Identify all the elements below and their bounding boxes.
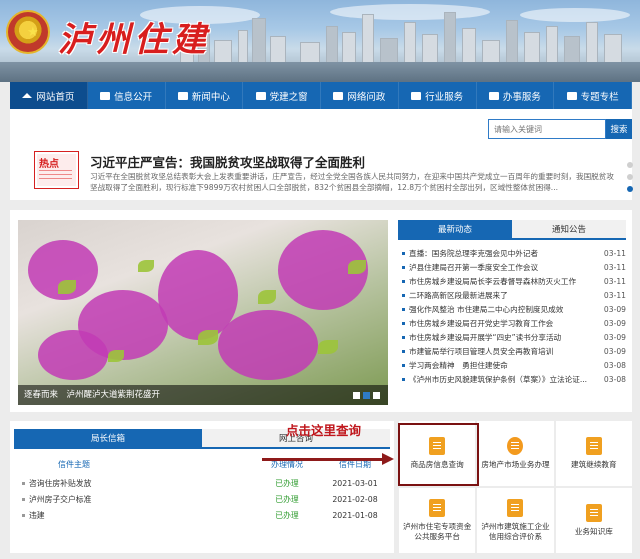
annotation-arrow-head — [382, 453, 394, 465]
table-header: 信件主题 办理情况 信件日期 — [14, 459, 390, 473]
carousel-dots — [627, 162, 633, 198]
hot-badge: 热点 — [34, 151, 79, 189]
news-panel: 逐春而来 泸州醒泸大道紫荆花盛开 最新动态 通知公告 直播：国务院总理李克强会见… — [10, 210, 632, 412]
nav-label: 党建之窗 — [269, 91, 308, 103]
affairs-icon — [488, 91, 499, 100]
nav-label: 办事服务 — [502, 91, 541, 103]
nav-party[interactable]: 党建之窗 — [243, 82, 321, 109]
nav-label: 新闻中心 — [191, 91, 230, 103]
list-item[interactable]: 《泸州市历史风貌建筑保护条例（草案）》立法论证... 03-08 — [402, 372, 626, 386]
send-icon — [507, 437, 524, 455]
knowledge-icon — [585, 504, 602, 522]
table-row[interactable]: 违建 已办理 2021-01-08 — [14, 508, 390, 522]
nav-label: 行业服务 — [425, 91, 464, 103]
carousel-dot[interactable] — [627, 162, 633, 168]
river — [0, 62, 640, 82]
nav-affairs[interactable]: 办事服务 — [477, 82, 555, 109]
home-icon — [22, 93, 33, 98]
search-button[interactable]: 搜索 — [606, 119, 632, 139]
col-date: 信件日期 — [339, 460, 371, 469]
site-title[interactable]: 泸州住建 — [58, 12, 210, 61]
education-icon — [585, 437, 602, 455]
nav-topics[interactable]: 专题专栏 — [554, 82, 632, 109]
list-item[interactable]: 强化作风整治 市住建局二中心内控制度见成效 03-09 — [402, 302, 626, 316]
service-icon — [411, 91, 422, 100]
nav-label: 专题专栏 — [580, 91, 619, 103]
feature-summary: 习近平在全国脱贫攻坚总结表彰大会上发表重要讲话，庄严宣告，经过全党全国各族人民共… — [90, 172, 614, 192]
col-status: 办理情况 — [271, 460, 303, 469]
news-list: 直播：国务院总理李克强会见中外记者 03-11 泸县住建局召开第一季度安全工作会议… — [402, 246, 626, 386]
col-subject: 信件主题 — [58, 460, 90, 469]
news-icon — [177, 91, 188, 100]
list-item[interactable]: 市建管局举行项目管理人员安全再教育培训 03-09 — [402, 344, 626, 358]
nav-industry[interactable]: 行业服务 — [399, 82, 477, 109]
info-icon — [100, 91, 111, 100]
photo-dot[interactable] — [353, 392, 360, 399]
nav-label: 网络问政 — [347, 91, 386, 103]
main-nav: 网站首页 信息公开 新闻中心 党建之窗 网络问政 行业服务 办事服务 专题专栏 — [10, 82, 632, 109]
search-input[interactable] — [488, 119, 606, 139]
credit-icon — [507, 499, 524, 517]
list-item[interactable]: 市住房城乡建设局局长李云春督导森林防灭火工作 03-11 — [402, 274, 626, 288]
nav-home[interactable]: 网站首页 — [10, 82, 88, 109]
service-housing-fund-platform[interactable]: 泸州市住宅专项资金公共服务平台 — [399, 488, 476, 553]
list-item[interactable]: 直播：国务院总理李克强会见中外记者 03-11 — [402, 246, 626, 260]
mailbox-panel: 局长信箱 网上咨询 信件主题 办理情况 信件日期 咨询住房补贴发放 已办理 20… — [10, 421, 394, 553]
list-item[interactable]: 市住房城乡建设局开展学“四史”读书分享活动 03-09 — [402, 330, 626, 344]
party-icon — [255, 91, 266, 100]
header-banner: ★ 泸州住建 — [0, 0, 640, 82]
service-knowledge-base[interactable]: 业务知识库 — [555, 488, 632, 553]
annotation-highlight-box — [398, 423, 479, 486]
nav-info-public[interactable]: 信息公开 — [88, 82, 166, 109]
news-tabs: 最新动态 通知公告 — [398, 220, 626, 240]
service-credit-evaluation[interactable]: 泸州市建筑施工企业信用综合评价系 — [477, 488, 554, 553]
tab-notices[interactable]: 通知公告 — [512, 220, 626, 238]
consult-icon — [333, 91, 344, 100]
nav-label: 网站首页 — [36, 91, 75, 103]
nav-consult[interactable]: 网络问政 — [321, 82, 399, 109]
table-row[interactable]: 泸州房子交户标准 已办理 2021-02-08 — [14, 492, 390, 506]
service-continuing-education[interactable]: 建筑继续教育 — [555, 421, 632, 486]
photo-dots — [353, 392, 380, 399]
hot-badge-label: 热点 — [39, 159, 59, 170]
annotation-text: 点击这里查询 — [286, 423, 362, 438]
service-real-estate-business[interactable]: 房地产市场业务办理 — [477, 421, 554, 486]
feature-headline[interactable]: 习近平庄严宣告：我国脱贫攻坚战取得了全面胜利 — [90, 152, 365, 171]
nav-news[interactable]: 新闻中心 — [166, 82, 244, 109]
list-item[interactable]: 泸县住建局召开第一季度安全工作会议 03-11 — [402, 260, 626, 274]
photo-caption[interactable]: 逐春而来 泸州醒泸大道紫荆花盛开 — [24, 388, 160, 400]
list-item[interactable]: 学习两会精神 勇担住建使命 03-08 — [402, 358, 626, 372]
photo-slider[interactable]: 逐春而来 泸州醒泸大道紫荆花盛开 — [18, 220, 388, 405]
carousel-dot-active[interactable] — [627, 186, 633, 192]
nav-label: 信息公开 — [114, 91, 153, 103]
page: ★ 泸州住建 网站首页 信息公开 新闻中心 党建之窗 网络问政 行业服务 办事服… — [0, 0, 640, 559]
table-row[interactable]: 咨询住房补贴发放 已办理 2021-03-01 — [14, 476, 390, 490]
feature-panel: 搜索 热点 习近平庄严宣告：我国脱贫攻坚战取得了全面胜利 习近平在全国脱贫攻坚总… — [10, 109, 633, 200]
national-emblem-icon: ★ — [6, 10, 50, 54]
topic-icon — [566, 91, 577, 100]
photo-dot[interactable] — [373, 392, 380, 399]
annotation-arrow — [262, 458, 384, 461]
tab-latest[interactable]: 最新动态 — [398, 220, 512, 238]
photo-dot-active[interactable] — [363, 392, 370, 399]
fund-icon — [429, 499, 446, 517]
list-item[interactable]: 市住房城乡建设局召开党史学习教育工作会 03-09 — [402, 316, 626, 330]
tab-director-mailbox[interactable]: 局长信箱 — [14, 429, 202, 447]
carousel-dot[interactable] — [627, 174, 633, 180]
list-item[interactable]: 二环路高新区段最新进展来了 03-11 — [402, 288, 626, 302]
